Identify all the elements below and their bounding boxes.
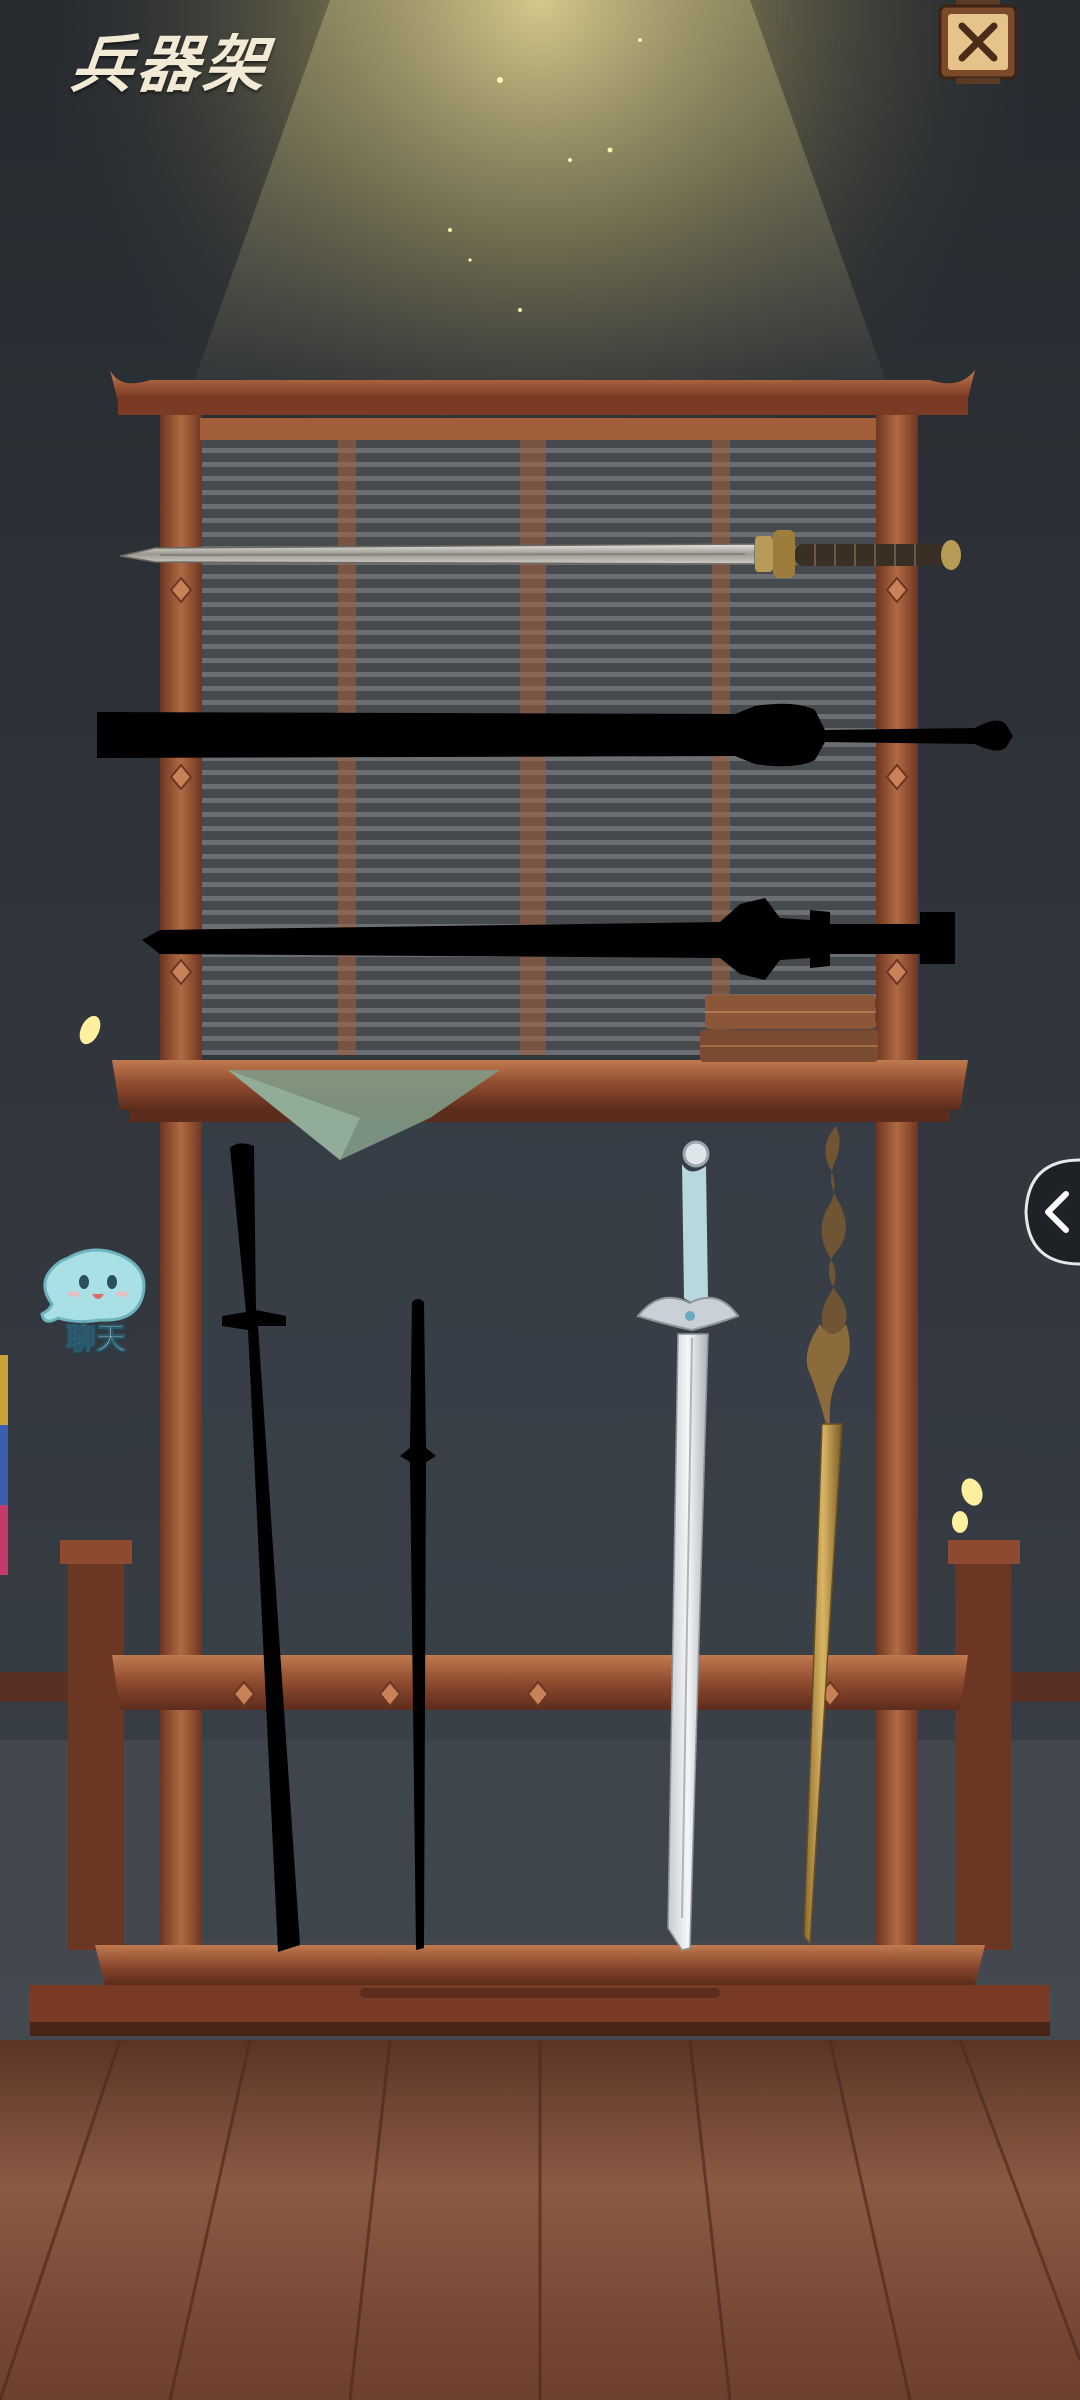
close-button[interactable] — [934, 0, 1022, 84]
close-x-icon — [938, 0, 1018, 84]
chevron-left-icon — [1024, 1158, 1080, 1266]
weapon-slot-1-sword-unlocked[interactable] — [115, 518, 965, 590]
weapon-slot-6-sword-unlocked[interactable] — [620, 1138, 740, 1958]
weapon-slot-5-silhouette[interactable] — [396, 1298, 440, 1953]
page-title: 兵器架 — [67, 28, 274, 101]
chat-button[interactable]: 聊天 — [38, 1248, 154, 1358]
weapon-rack — [30, 370, 1050, 2036]
weapon-slot-7-sword-unlocked[interactable] — [770, 1124, 870, 1954]
weapon-slot-4-silhouette[interactable] — [218, 1140, 308, 1955]
chat-label: 聊天 — [66, 1322, 127, 1358]
weapon-slot-3-silhouette[interactable] — [140, 898, 960, 980]
side-panel-expand-button[interactable] — [1022, 1158, 1080, 1266]
weapon-slot-2-silhouette[interactable] — [95, 700, 1015, 770]
weapon-rack-scene: 兵器架 聊天 — [0, 0, 1080, 2400]
